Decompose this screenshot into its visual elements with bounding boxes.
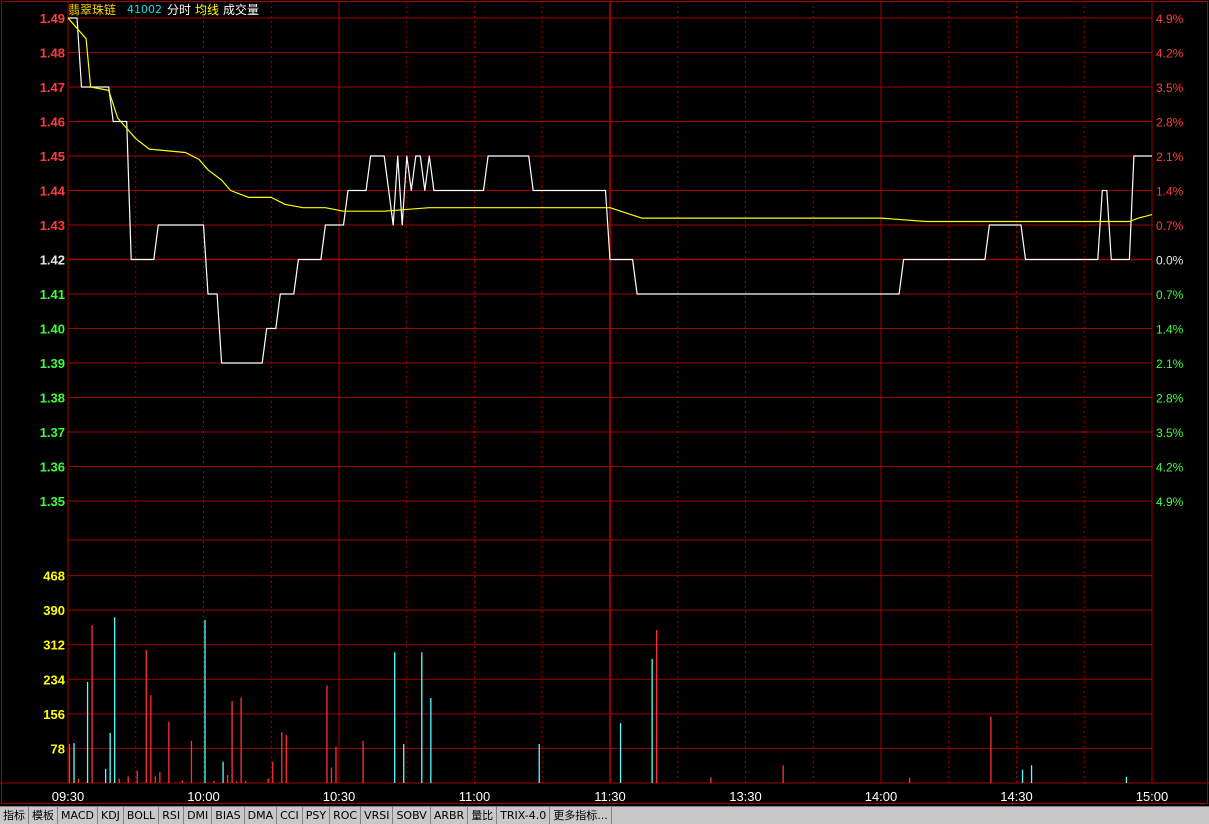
percent-tick-label: 0.7%	[1156, 219, 1184, 233]
price-tick-label: 1.43	[40, 218, 65, 233]
percent-tick-label: 1.4%	[1156, 323, 1184, 337]
indicator-tab[interactable]: BOLL	[124, 807, 160, 824]
indicator-tab[interactable]: SOBV	[393, 807, 431, 824]
price-tick-label: 1.46	[40, 115, 65, 130]
price-tick-label: 1.37	[40, 425, 65, 440]
indicator-tab[interactable]: KDJ	[98, 807, 124, 824]
intraday-chart-window: 1.49 4.9% 1.48 4.2% 1.47 3.5% 1.46 2.8% 1.45 2.1%…	[0, 0, 1209, 824]
indicator-tab[interactable]: BIAS	[212, 807, 245, 824]
volume-tick-label: 312	[43, 638, 65, 653]
percent-tick-label: 4.9%	[1156, 12, 1184, 26]
percent-tick-label: 4.2%	[1156, 47, 1184, 61]
stock-code: 41002	[127, 3, 162, 16]
label-time-share: 分时	[167, 3, 192, 17]
price-tick-label: 1.49	[40, 11, 65, 26]
indicator-tab[interactable]: 更多指标...	[550, 807, 612, 824]
price-tick-label: 1.42	[40, 253, 65, 268]
indicator-tab[interactable]: TRIX-4.0	[497, 807, 551, 824]
percent-tick-label: 2.8%	[1156, 116, 1184, 130]
percent-tick-label: 2.8%	[1156, 392, 1184, 406]
time-tick-label: 10:30	[323, 789, 356, 804]
label-volume: 成交量	[223, 3, 260, 17]
time-tick-label: 10:00	[187, 789, 220, 804]
indicator-tab[interactable]: DMI	[184, 807, 213, 824]
percent-tick-label: 4.9%	[1156, 495, 1184, 509]
indicator-tab[interactable]: 模板	[29, 807, 58, 824]
price-tick-label: 1.38	[40, 391, 65, 406]
intraday-chart[interactable]: 1.49 4.9% 1.48 4.2% 1.47 3.5% 1.46 2.8% 1.45 2.1%…	[0, 0, 1209, 806]
indicator-tab[interactable]: ARBR	[431, 807, 469, 824]
indicator-tab[interactable]: MACD	[58, 807, 98, 824]
percent-tick-label: 4.2%	[1156, 461, 1184, 475]
indicator-tab[interactable]: 量比	[468, 807, 498, 824]
percent-tick-label: 1.4%	[1156, 185, 1184, 199]
indicator-tab[interactable]: VRSI	[361, 807, 394, 824]
indicator-tab[interactable]: PSY	[303, 807, 331, 824]
indicator-tab[interactable]: DMA	[245, 807, 278, 824]
volume-tick-label: 78	[51, 741, 65, 756]
label-average-line: 均线	[195, 3, 220, 17]
time-tick-label: 15:00	[1136, 789, 1169, 804]
percent-tick-label: 0.0%	[1156, 254, 1184, 268]
indicator-tab[interactable]: ROC	[330, 807, 362, 824]
time-tick-label: 09:30	[52, 789, 85, 804]
time-tick-label: 11:00	[459, 789, 491, 804]
price-tick-label: 1.36	[40, 460, 65, 475]
price-tick-label: 1.41	[40, 287, 65, 302]
time-tick-label: 11:30	[594, 789, 626, 804]
indicator-tab[interactable]: RSI	[159, 807, 185, 824]
price-tick-label: 1.47	[40, 80, 65, 95]
time-tick-label: 14:00	[865, 789, 898, 804]
indicator-tab[interactable]: CCI	[277, 807, 303, 824]
price-tick-label: 1.39	[40, 356, 65, 371]
volume-tick-label: 234	[43, 672, 65, 687]
percent-tick-label: 2.1%	[1156, 357, 1184, 371]
price-tick-label: 1.45	[40, 149, 65, 164]
percent-tick-label: 3.5%	[1156, 81, 1184, 95]
price-tick-label: 1.48	[40, 46, 65, 61]
volume-tick-label: 468	[43, 569, 65, 584]
volume-tick-label: 156	[43, 707, 65, 722]
time-tick-label: 13:30	[729, 789, 762, 804]
percent-tick-label: 0.7%	[1156, 288, 1184, 302]
volume-tick-label: 390	[43, 603, 65, 618]
percent-tick-label: 2.1%	[1156, 150, 1184, 164]
price-tick-label: 1.40	[40, 322, 65, 337]
time-tick-label: 14:30	[1000, 789, 1033, 804]
indicator-tab[interactable]: 指标	[0, 807, 29, 824]
stock-name: 翡翠珠链	[68, 3, 117, 17]
price-tick-label: 1.44	[40, 184, 66, 199]
price-tick-label: 1.35	[40, 494, 65, 509]
percent-tick-label: 3.5%	[1156, 426, 1184, 440]
indicator-tab-bar: 指标 模板 MACD KDJ BOLL RSI DMI BIAS DMA CCI PSY ROC VRS…	[0, 806, 1209, 824]
